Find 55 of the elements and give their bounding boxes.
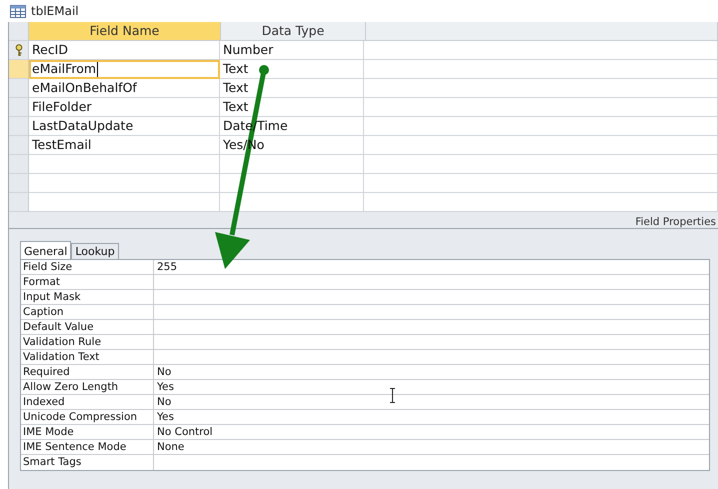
table-cell[interactable] xyxy=(364,136,718,155)
property-label: Caption xyxy=(21,305,154,319)
table-cell[interactable] xyxy=(364,60,718,79)
property-label: IME Sentence Mode xyxy=(21,440,154,454)
property-value[interactable]: No xyxy=(154,395,709,409)
field-name-cell[interactable]: eMailOnBehalfOf xyxy=(29,79,220,98)
table-cell[interactable] xyxy=(364,117,718,136)
table-cell[interactable] xyxy=(220,174,364,193)
table-cell[interactable] xyxy=(364,174,718,193)
table-cell[interactable] xyxy=(220,193,364,212)
property-label: Indexed xyxy=(21,395,154,409)
data-type-cell[interactable]: Number xyxy=(220,41,364,60)
table-cell[interactable] xyxy=(364,98,718,117)
tab[interactable]: General xyxy=(20,241,72,259)
column-header[interactable]: Field Name xyxy=(29,22,221,41)
table-cell[interactable] xyxy=(364,193,718,212)
field-name-cell[interactable]: eMailFrom xyxy=(29,60,220,79)
property-label: Smart Tags xyxy=(21,455,154,470)
table-icon xyxy=(10,4,26,18)
column-header[interactable]: Data Type xyxy=(221,22,366,41)
property-label: Unicode Compression xyxy=(21,410,154,424)
window-title: tblEMail xyxy=(31,4,79,18)
data-type-cell[interactable]: Text xyxy=(220,79,364,98)
table-cell[interactable] xyxy=(29,193,220,212)
property-label: Format xyxy=(21,275,154,289)
property-value[interactable]: No Control xyxy=(154,425,709,439)
table-cell[interactable] xyxy=(364,41,718,60)
key-icon xyxy=(14,44,22,56)
row-selector[interactable] xyxy=(9,41,29,60)
table-cell[interactable] xyxy=(29,174,220,193)
table-cell[interactable] xyxy=(364,155,718,174)
property-label: Input Mask xyxy=(21,290,154,304)
table-cell[interactable] xyxy=(220,155,364,174)
tab[interactable]: Lookup xyxy=(71,243,119,259)
property-label: IME Mode xyxy=(21,425,154,439)
table-cell[interactable] xyxy=(364,79,718,98)
property-label: Default Value xyxy=(21,320,154,334)
text-cursor-icon xyxy=(389,388,396,403)
table-cell[interactable] xyxy=(29,155,220,174)
property-label: Field Size xyxy=(21,260,154,274)
field-name-cell[interactable]: LastDataUpdate xyxy=(29,117,220,136)
property-value[interactable]: Yes xyxy=(154,380,709,394)
data-type-cell[interactable]: Text xyxy=(220,98,364,117)
property-value[interactable]: 255 xyxy=(154,260,709,274)
property-value[interactable]: None xyxy=(154,440,709,454)
property-value[interactable]: No xyxy=(154,365,709,379)
field-name-cell[interactable]: RecID xyxy=(29,41,220,60)
section-title: Field Properties xyxy=(635,216,716,228)
property-value[interactable]: Yes xyxy=(154,410,709,424)
property-label: Required xyxy=(21,365,154,379)
field-name-cell[interactable]: FileFolder xyxy=(29,98,220,117)
property-label: Allow Zero Length xyxy=(21,380,154,394)
property-label: Validation Text xyxy=(21,350,154,364)
field-name-cell[interactable]: TestEmail xyxy=(29,136,220,155)
property-label: Validation Rule xyxy=(21,335,154,349)
